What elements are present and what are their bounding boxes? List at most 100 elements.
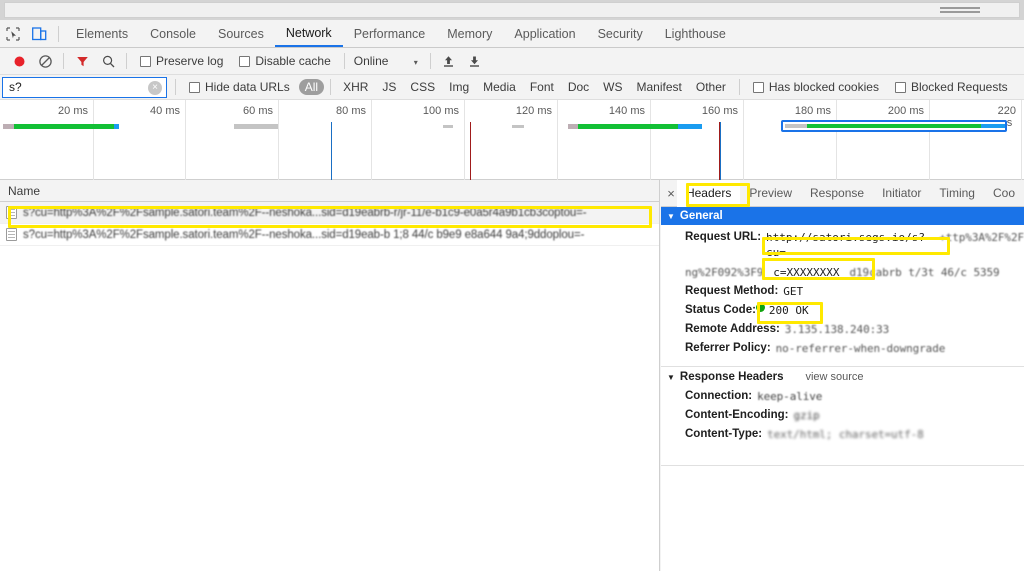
drag-handle-icon[interactable]: [940, 7, 980, 14]
tab-initiator[interactable]: Initiator: [873, 180, 930, 207]
filter-chip-xhr[interactable]: XHR: [337, 79, 374, 95]
request-details-pane: × Headers Preview Response Initiator Tim…: [661, 179, 1024, 571]
tab-lighthouse[interactable]: Lighthouse: [654, 20, 737, 47]
overview-bar-download: [14, 124, 114, 129]
view-source-link[interactable]: view source: [805, 371, 863, 383]
tab-security[interactable]: Security: [587, 20, 654, 47]
tab-response[interactable]: Response: [801, 180, 873, 207]
chevron-down-icon: ▼: [667, 211, 675, 221]
tab-cookies[interactable]: Coo: [984, 180, 1024, 207]
checkbox-box: [140, 55, 151, 67]
overview-bar-wait: [568, 124, 578, 129]
header-value: text/html; charset=utf-8: [767, 428, 924, 441]
clear-icon[interactable]: [32, 49, 58, 73]
response-headers-section[interactable]: ▼ Response Headers view source: [661, 366, 1024, 387]
filter-chip-manifest[interactable]: Manifest: [631, 79, 688, 95]
tab-performance[interactable]: Performance: [343, 20, 437, 47]
preserve-log-checkbox[interactable]: Preserve log: [140, 54, 223, 68]
table-row[interactable]: s?cu=http%3A%2F%2Fsample.satori.team%2F-…: [0, 224, 659, 246]
filter-chip-all[interactable]: All: [298, 79, 325, 95]
request-url-row-2: ng%2F092%3F9 c=XXXXXXXX d19cabrb t/3t 46…: [661, 262, 1024, 282]
window-titlebar: [0, 0, 1024, 20]
chip-label: Img: [449, 80, 470, 94]
general-section-header[interactable]: ▼ General: [661, 207, 1024, 225]
toolbar-divider: [63, 53, 64, 69]
has-blocked-cookies-label: Has blocked cookies: [768, 80, 879, 94]
header-label: Content-Encoding:: [685, 409, 789, 421]
tab-console[interactable]: Console: [139, 20, 207, 47]
checkbox-box: [752, 81, 764, 93]
request-list-pane: Name s?cu=http%3A%2F%2Fsample.satori.tea…: [0, 180, 660, 571]
filter-chip-ws[interactable]: WS: [597, 79, 628, 95]
filter-chip-media[interactable]: Media: [477, 79, 522, 95]
overview-bar-grey: [234, 124, 278, 129]
close-icon[interactable]: ×: [148, 80, 162, 95]
response-header-row: Content-Type: text/html; charset=utf-8: [661, 425, 1024, 444]
table-row[interactable]: s?cu=http%3A%2F%2Fsample.satori.team%2F-…: [0, 202, 659, 224]
chevron-down-icon: ▾: [413, 58, 418, 67]
overview-selected-request[interactable]: [781, 120, 1007, 132]
tab-label: Elements: [76, 26, 129, 41]
checkbox-box: [239, 55, 251, 67]
dtab-label: Coo: [992, 186, 1015, 200]
tab-timing[interactable]: Timing: [930, 180, 984, 207]
chip-label: All: [304, 80, 319, 94]
request-url-value: http://satori.segs.io/s?cu=: [766, 231, 925, 259]
chip-label: WS: [603, 80, 623, 94]
tab-elements[interactable]: Elements: [65, 20, 139, 47]
devtools-tabstrip: Elements Console Sources Network Perform…: [0, 20, 1024, 48]
column-header-name: Name: [8, 183, 41, 198]
overview-tick-label: 40 ms: [150, 105, 180, 117]
throttling-value: Online: [353, 54, 389, 68]
cursor-select-icon[interactable]: [0, 21, 26, 47]
network-overview-timeline[interactable]: 20 ms 40 ms 60 ms 80 ms 100 ms 120 ms 14…: [0, 100, 1024, 180]
has-blocked-cookies-checkbox[interactable]: Has blocked cookies: [752, 80, 879, 94]
tab-headers[interactable]: Headers: [676, 179, 741, 207]
request-url-line2-prefix: ng%2F092%3F9: [685, 266, 764, 279]
filter-chip-doc[interactable]: Doc: [562, 79, 595, 95]
dtab-label: Headers: [685, 186, 732, 200]
blocked-requests-checkbox[interactable]: Blocked Requests: [894, 80, 1008, 94]
document-icon: [6, 228, 17, 241]
filter-chip-img[interactable]: Img: [443, 79, 475, 95]
tab-label: Security: [597, 26, 643, 41]
filter-funnel-icon[interactable]: [69, 49, 95, 73]
tab-network[interactable]: Network: [274, 20, 343, 47]
overview-tick-label: 60 ms: [243, 105, 273, 117]
referrer-policy-row: Referrer Policy: no-referrer-when-downgr…: [661, 339, 1024, 358]
chip-label: Manifest: [636, 80, 682, 94]
hide-data-urls-checkbox[interactable]: Hide data URLs: [189, 80, 290, 94]
record-icon[interactable]: [6, 49, 32, 73]
overview-tick-label: 140 ms: [608, 105, 645, 117]
overview-bar-end: [678, 124, 702, 129]
upload-icon[interactable]: [436, 49, 462, 73]
tab-sources[interactable]: Sources: [207, 20, 275, 47]
filter-chip-font[interactable]: Font: [524, 79, 560, 95]
download-icon[interactable]: [462, 49, 488, 73]
search-input[interactable]: s? ×: [2, 76, 167, 98]
filterbar-divider: [175, 79, 176, 95]
tab-application[interactable]: Application: [503, 20, 586, 47]
tab-label: Network: [285, 25, 332, 40]
chip-label: XHR: [343, 80, 369, 94]
close-icon[interactable]: ×: [665, 186, 677, 201]
filter-chip-other[interactable]: Other: [690, 79, 732, 95]
overview-event-line-dcl-2: [720, 122, 721, 180]
filter-chip-css[interactable]: CSS: [404, 79, 441, 95]
search-input-value: s?: [9, 80, 22, 94]
tab-preview[interactable]: Preview: [740, 180, 801, 207]
tab-memory[interactable]: Memory: [436, 20, 503, 47]
overview-tick-label: 80 ms: [336, 105, 366, 117]
devtools-window: Elements Console Sources Network Perform…: [0, 0, 1024, 571]
device-toolbar-icon[interactable]: [26, 21, 52, 47]
status-code-label: Status Code:: [685, 304, 756, 316]
general-title: General: [679, 210, 723, 222]
overview-tick-label: 20 ms: [58, 105, 88, 117]
checkbox-box: [894, 81, 906, 93]
blocked-requests-label: Blocked Requests: [910, 80, 1008, 94]
toolbar-divider-2: [126, 53, 127, 69]
disable-cache-checkbox[interactable]: Disable cache: [239, 54, 331, 68]
search-icon[interactable]: [95, 49, 121, 73]
throttling-select[interactable]: Online ▾: [354, 54, 418, 68]
filter-chip-js[interactable]: JS: [376, 79, 402, 95]
